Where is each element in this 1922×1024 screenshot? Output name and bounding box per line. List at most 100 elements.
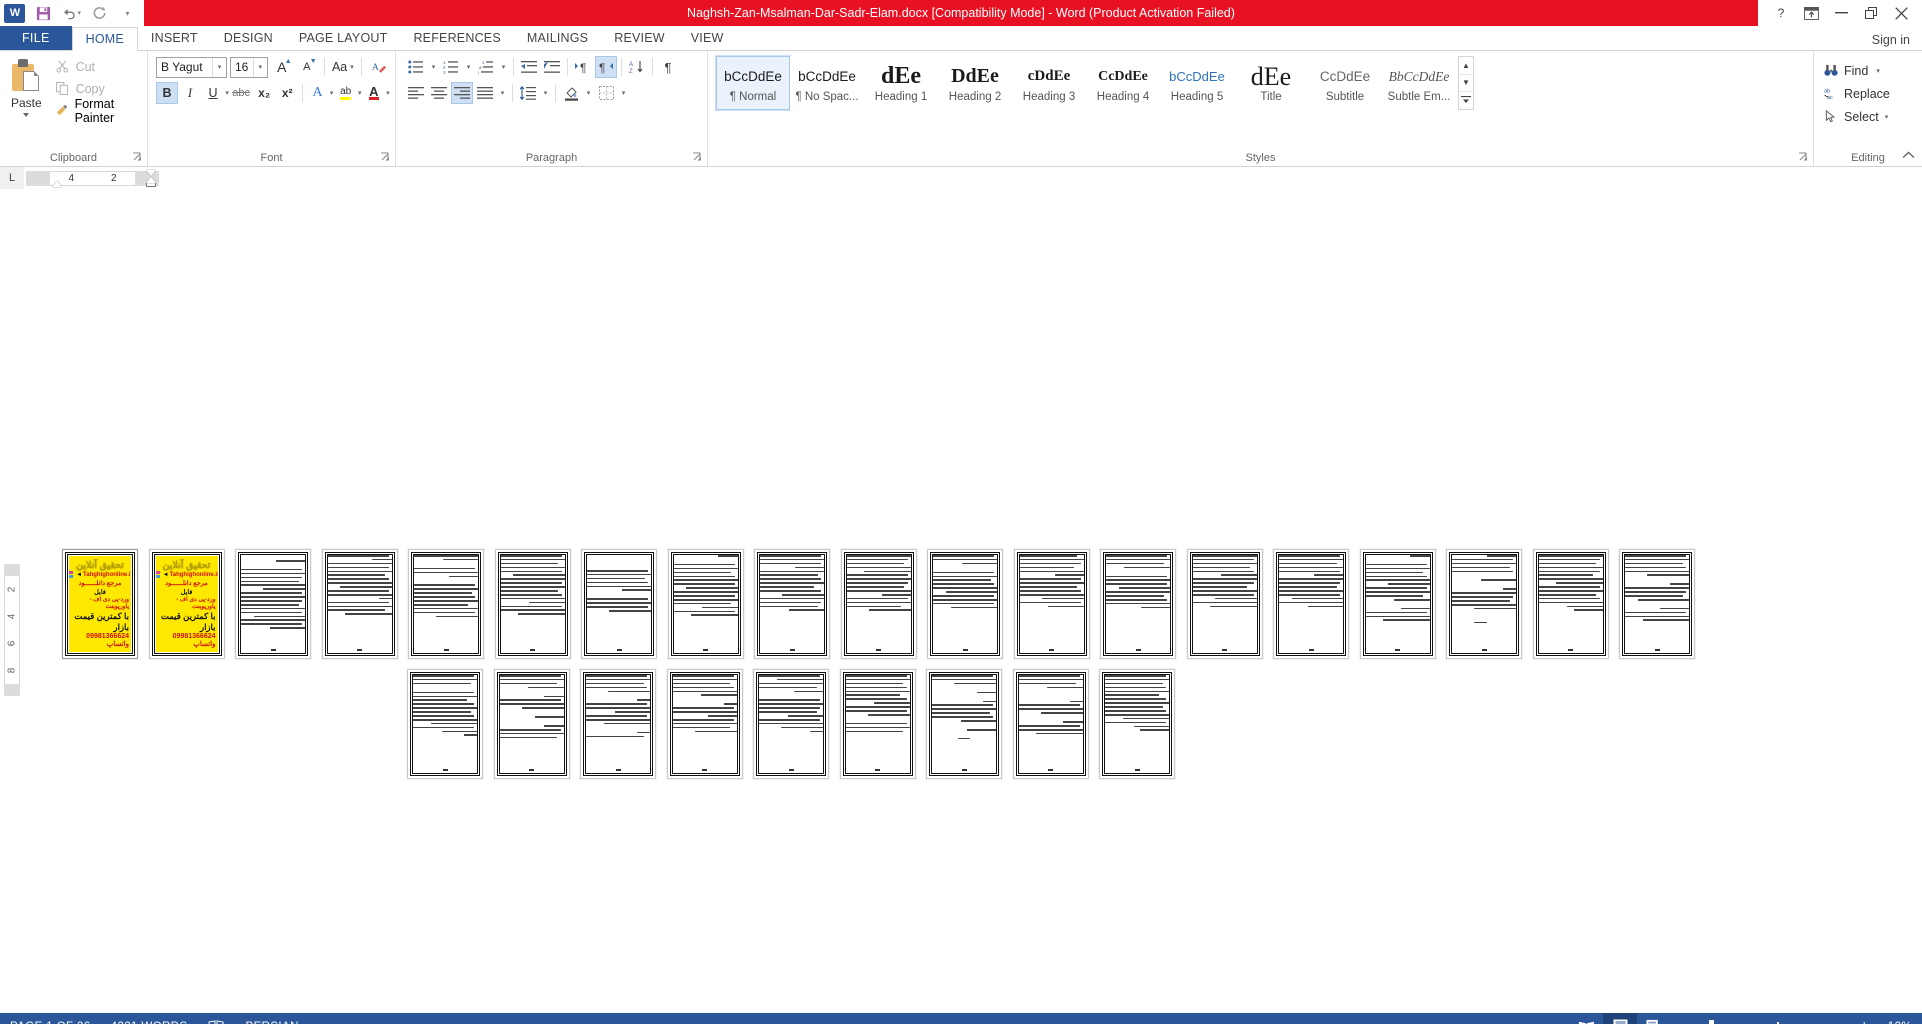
style-heading-5[interactable]: bCcDdEe Heading 5: [1160, 56, 1234, 110]
tab-mailings[interactable]: MAILINGS: [514, 26, 601, 50]
align-center-button[interactable]: [428, 82, 450, 104]
strikethrough-button[interactable]: abc: [230, 82, 252, 104]
zoom-in-button[interactable]: +: [1858, 1018, 1871, 1024]
tab-file[interactable]: FILE: [0, 26, 72, 50]
page-number-status[interactable]: PAGE 1 OF 26: [10, 1021, 91, 1024]
page-thumbnail[interactable]: [408, 549, 484, 659]
page-thumbnail[interactable]: [494, 549, 571, 659]
page-thumbnail[interactable]: [1273, 549, 1349, 659]
tab-stop-selector[interactable]: L: [0, 167, 24, 189]
select-button[interactable]: Select ▾: [1819, 105, 1917, 128]
shading-dropdown-icon[interactable]: ▾: [583, 82, 594, 104]
bold-button[interactable]: B: [156, 82, 178, 104]
page-thumbnail[interactable]: [321, 549, 398, 659]
text-effects-button[interactable]: A: [307, 82, 329, 104]
decrease-indent-button[interactable]: [518, 56, 540, 78]
justify-button[interactable]: [474, 82, 496, 104]
align-right-button[interactable]: [451, 82, 473, 104]
undo-icon[interactable]: ▾: [62, 4, 81, 23]
borders-button[interactable]: [595, 82, 617, 104]
proofing-errors-icon[interactable]: [208, 1019, 226, 1024]
underline-button[interactable]: U: [202, 82, 224, 104]
italic-button[interactable]: I: [179, 82, 201, 104]
style-heading-2[interactable]: DdEe Heading 2: [938, 56, 1012, 110]
right-indent-marker[interactable]: [146, 169, 156, 187]
style-subtle-emphasis[interactable]: BbCcDdEe Subtle Em...: [1382, 56, 1456, 110]
page-thumbnail[interactable]: [407, 669, 483, 779]
page-thumbnail[interactable]: [926, 669, 1002, 779]
numbering-dropdown-icon[interactable]: ▾: [463, 56, 474, 78]
page-thumbnail[interactable]: [1100, 549, 1176, 659]
page-thumbnail[interactable]: [1012, 669, 1089, 779]
page-thumbnail[interactable]: [1359, 549, 1436, 659]
find-button[interactable]: Find ▾: [1819, 59, 1917, 82]
left-to-right-text-button[interactable]: ¶: [572, 56, 594, 78]
page-thumbnail[interactable]: [667, 549, 744, 659]
restore-button[interactable]: [1858, 2, 1884, 24]
help-icon[interactable]: ?: [1768, 2, 1794, 24]
read-mode-button[interactable]: [1569, 1013, 1603, 1024]
style-subtitle[interactable]: CcDdEe Subtitle: [1308, 56, 1382, 110]
style-title[interactable]: dEe Title: [1234, 56, 1308, 110]
save-icon[interactable]: [34, 4, 53, 23]
minimize-button[interactable]: [1828, 2, 1854, 24]
tab-review[interactable]: REVIEW: [601, 26, 678, 50]
styles-dialog-launcher[interactable]: [1798, 152, 1809, 163]
page-thumbnail[interactable]: [1013, 549, 1090, 659]
replace-button[interactable]: ab ac Replace: [1819, 82, 1917, 105]
cut-button[interactable]: Cut: [51, 56, 142, 77]
styles-scroll-down-button[interactable]: ▼: [1459, 75, 1473, 92]
close-button[interactable]: [1888, 2, 1914, 24]
line-spacing-dropdown-icon[interactable]: ▾: [540, 82, 551, 104]
page-thumbnail[interactable]: [753, 669, 829, 779]
vertical-ruler[interactable]: 2 4 6 8: [0, 189, 24, 1013]
page-thumbnail[interactable]: [581, 549, 657, 659]
left-indent-marker[interactable]: [52, 180, 62, 187]
line-spacing-button[interactable]: [517, 82, 539, 104]
page-thumbnail[interactable]: [927, 549, 1003, 659]
styles-scroll-up-button[interactable]: ▲: [1459, 58, 1473, 75]
page-thumbnail[interactable]: [1099, 669, 1175, 779]
bullets-dropdown-icon[interactable]: ▾: [428, 56, 439, 78]
subscript-button[interactable]: x₂: [253, 82, 275, 104]
numbering-button[interactable]: 123: [440, 56, 462, 78]
change-case-button[interactable]: Aa ▾: [331, 56, 356, 78]
page-thumbnail[interactable]: [580, 669, 656, 779]
language-status[interactable]: PERSIAN: [246, 1021, 299, 1024]
page-thumbnail[interactable]: [235, 549, 311, 659]
sort-button[interactable]: AZ: [626, 56, 648, 78]
clipboard-dialog-launcher[interactable]: [132, 152, 143, 163]
style-no-spacing[interactable]: bCcDdEe ¶ No Spac...: [790, 56, 864, 110]
paste-dropdown-icon[interactable]: [23, 113, 30, 117]
style-normal[interactable]: bCcDdEe ¶ Normal: [715, 55, 791, 111]
collapse-ribbon-button[interactable]: [1902, 148, 1915, 162]
paste-button[interactable]: Paste: [5, 56, 48, 121]
paragraph-dialog-launcher[interactable]: [692, 152, 703, 163]
page-thumbnail[interactable]: [839, 669, 916, 779]
multilevel-dropdown-icon[interactable]: ▾: [498, 56, 509, 78]
page-thumbnail[interactable]: [1186, 549, 1263, 659]
style-heading-4[interactable]: CcDdEe Heading 4: [1086, 56, 1160, 110]
shrink-font-button[interactable]: A ▼: [296, 56, 318, 78]
web-layout-button[interactable]: [1637, 1013, 1671, 1024]
show-formatting-marks-button[interactable]: ¶: [657, 56, 679, 78]
word-count-status[interactable]: 4221 WORDS: [111, 1021, 188, 1024]
page-thumbnail[interactable]: [493, 669, 570, 779]
clear-formatting-button[interactable]: A: [368, 56, 390, 78]
align-left-button[interactable]: [405, 82, 427, 104]
increase-indent-button[interactable]: [541, 56, 563, 78]
multilevel-list-button[interactable]: 1ai: [475, 56, 497, 78]
chevron-down-icon[interactable]: ▾: [211, 57, 226, 77]
ribbon-display-options-icon[interactable]: [1798, 2, 1824, 24]
print-layout-button[interactable]: [1603, 1013, 1637, 1024]
style-heading-3[interactable]: cDdEe Heading 3: [1012, 56, 1086, 110]
style-heading-1[interactable]: dEe Heading 1: [864, 56, 938, 110]
zoom-slider[interactable]: [1703, 1019, 1851, 1024]
font-color-dropdown-icon[interactable]: ▾: [386, 82, 390, 104]
tab-references[interactable]: REFERENCES: [400, 26, 513, 50]
redo-icon[interactable]: [90, 4, 109, 23]
customize-quick-access-icon[interactable]: ▾: [118, 4, 137, 23]
text-effects-dropdown-icon[interactable]: ▾: [330, 82, 334, 104]
tab-view[interactable]: VIEW: [678, 26, 737, 50]
font-size-combo[interactable]: 16 ▾: [229, 56, 268, 78]
